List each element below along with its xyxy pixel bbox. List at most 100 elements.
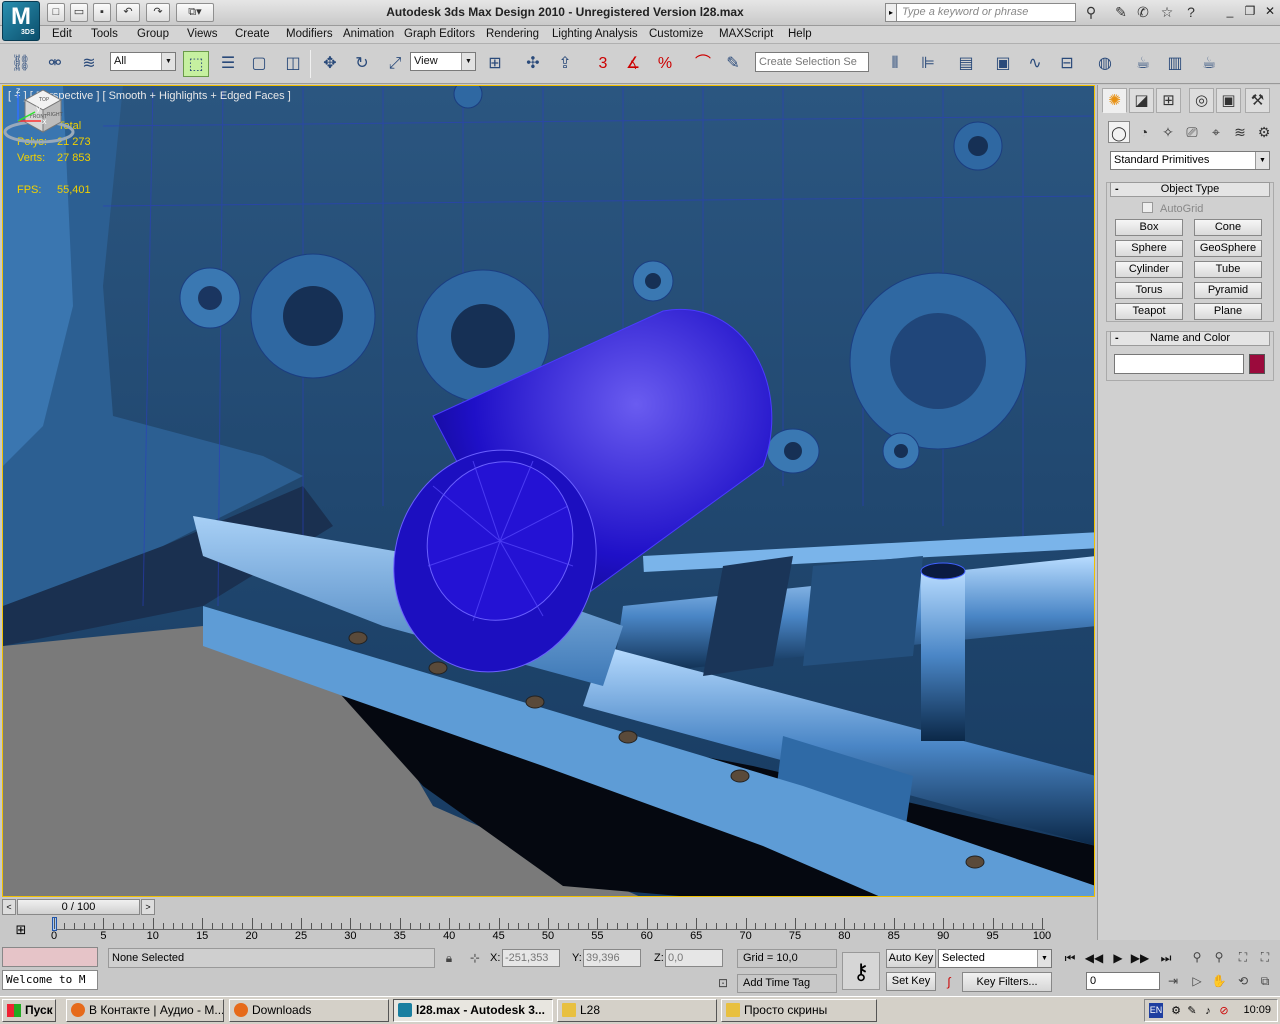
shapes-icon[interactable]: ◔ — [1133, 121, 1155, 143]
plane-button[interactable]: Plane — [1194, 303, 1262, 320]
maxscript-mini-listener-output[interactable] — [2, 947, 98, 967]
add-time-tag-button[interactable]: Add Time Tag — [737, 974, 837, 993]
schematic-view-icon[interactable]: ⊟ — [1054, 51, 1080, 77]
track-bar[interactable]: ⊞ 0 5 10 15 20 25 30 35 40 45 50 55 60 65 70 75 80 85 90 95… — [0, 916, 1097, 944]
subscription-icon[interactable]: ✎ — [1110, 3, 1132, 22]
menu-group[interactable]: Group — [137, 28, 169, 40]
language-indicator[interactable]: EN — [1149, 1003, 1163, 1018]
select-by-name-icon[interactable]: ☰ — [215, 51, 241, 77]
favorites-star-icon[interactable]: ☆ — [1156, 3, 1178, 22]
menu-help[interactable]: Help — [788, 28, 812, 40]
object-type-rollout-header[interactable]: - Object Type — [1110, 182, 1270, 197]
zoom-all-icon[interactable]: ⚲ — [1210, 948, 1228, 966]
taskbar-item-folder-screenshots[interactable]: Просто скрины — [721, 999, 877, 1022]
tube-button[interactable]: Tube — [1194, 261, 1262, 278]
start-button[interactable]: Пуск — [2, 999, 56, 1022]
name-color-rollout-header[interactable]: - Name and Color — [1110, 331, 1270, 346]
menu-create[interactable]: Create — [235, 28, 270, 40]
taskbar-item-downloads[interactable]: Downloads — [229, 999, 389, 1022]
menu-animation[interactable]: Animation — [343, 28, 394, 40]
modify-tab-icon[interactable]: ◪ — [1129, 88, 1154, 113]
go-to-start-icon[interactable]: ⏮ — [1060, 949, 1080, 967]
align-icon[interactable]: ⊫ — [915, 51, 941, 77]
box-button[interactable]: Box — [1115, 219, 1183, 236]
geometry-icon[interactable]: ◯ — [1108, 121, 1130, 143]
render-setup-icon[interactable]: ☕ — [1130, 51, 1156, 77]
select-manipulate-icon[interactable]: ✣ — [520, 51, 546, 77]
bind-space-warp-icon[interactable]: ≋ — [76, 51, 102, 77]
layer-manager-icon[interactable]: ▤ — [953, 51, 979, 77]
pyramid-button[interactable]: Pyramid — [1194, 282, 1262, 299]
menu-lighting-analysis[interactable]: Lighting Analysis — [552, 28, 638, 40]
zoom-extents-all-icon[interactable]: ⛶ — [1256, 948, 1274, 966]
help-icon[interactable]: ? — [1180, 3, 1202, 22]
y-coord-field[interactable]: 39,396 — [583, 949, 641, 967]
torus-button[interactable]: Torus — [1115, 282, 1183, 299]
rotate-icon[interactable]: ↻ — [349, 51, 375, 77]
binoculars-icon[interactable]: ⚲ — [1080, 3, 1102, 22]
cylinder-button[interactable]: Cylinder — [1115, 261, 1183, 278]
time-slider-next-icon[interactable]: > — [141, 899, 155, 915]
scale-icon[interactable]: ⤢ — [382, 51, 408, 77]
curve-editor-icon[interactable]: ∿ — [1022, 51, 1048, 77]
pivot-center-icon[interactable]: ⊞ — [482, 51, 508, 77]
create-tab-icon[interactable]: ✺ — [1102, 88, 1127, 113]
unlink-icon[interactable]: ⚮ — [42, 51, 68, 77]
menu-modifiers[interactable]: Modifiers — [286, 28, 333, 40]
network-icon[interactable]: ⚙ — [1169, 1004, 1183, 1018]
menu-customize[interactable]: Customize — [649, 28, 703, 40]
space-warps-icon[interactable]: ≋ — [1229, 121, 1251, 143]
keyboard-shortcut-override-icon[interactable]: ⇪ — [552, 51, 578, 77]
menu-tools[interactable]: Tools — [91, 28, 118, 40]
app-menu-button[interactable]: M 3DS — [2, 1, 40, 41]
object-name-input[interactable] — [1114, 354, 1244, 374]
x-coord-field[interactable]: -251,353 — [502, 949, 560, 967]
window-crossing-icon[interactable]: ◫ — [280, 51, 306, 77]
selection-set-dropdown[interactable]: Selected ▼ — [938, 949, 1052, 968]
sphere-button[interactable]: Sphere — [1115, 240, 1183, 257]
key-filters-button[interactable]: Key Filters... — [962, 972, 1052, 992]
rendered-frame-window-icon[interactable]: ▥ — [1162, 51, 1188, 77]
snaps-toggle-icon[interactable]: 3 — [590, 51, 616, 77]
cone-button[interactable]: Cone — [1194, 219, 1262, 236]
taskbar-item-folder-l28[interactable]: L28 — [557, 999, 717, 1022]
security-icon[interactable]: ✎ — [1185, 1004, 1199, 1018]
time-tag-icon[interactable]: ⊡ — [714, 974, 732, 992]
motion-tab-icon[interactable]: ◎ — [1189, 88, 1214, 113]
zoom-extents-icon[interactable]: ⛶ — [1234, 948, 1252, 966]
edit-named-selection-icon[interactable]: ✎ — [720, 51, 746, 77]
selection-lock-icon[interactable]: 🔒︎ — [440, 949, 458, 967]
hierarchy-tab-icon[interactable]: ⊞ — [1156, 88, 1181, 113]
play-icon[interactable]: ▶ — [1108, 949, 1128, 967]
named-selection-set-input[interactable]: Create Selection Se — [755, 52, 869, 72]
next-frame-icon[interactable]: ▶▶ — [1130, 949, 1150, 967]
mini-curve-editor-icon[interactable]: ⊞ — [10, 921, 32, 939]
menu-maxscript[interactable]: MAXScript — [719, 28, 773, 40]
menu-graph-editors[interactable]: Graph Editors — [404, 28, 475, 40]
time-slider-thumb[interactable]: 0 / 100 — [17, 899, 140, 915]
restore-icon[interactable]: ❐ — [1242, 4, 1258, 20]
mirror-icon[interactable]: ⫴ — [882, 51, 908, 77]
render-production-icon[interactable]: ☕ — [1196, 51, 1222, 77]
zoom-icon[interactable]: ⚲ — [1188, 948, 1206, 966]
set-keys-icon[interactable]: ⚷ — [842, 952, 880, 990]
infocenter-search-input[interactable]: Type a keyword or phrase — [896, 3, 1076, 22]
close-icon[interactable]: ✕ — [1262, 4, 1278, 20]
link-icon[interactable]: ⛓ — [8, 51, 34, 77]
lights-icon[interactable]: ✧ — [1157, 121, 1179, 143]
time-slider-prev-icon[interactable]: < — [2, 899, 16, 915]
perspective-viewport[interactable]: [ + ] [ Perspective ] [ Smooth + Highlig… — [2, 85, 1095, 897]
set-key-button[interactable]: Set Key — [886, 972, 936, 991]
rectangular-selection-icon[interactable]: ▢ — [246, 51, 272, 77]
autogrid-checkbox[interactable]: AutoGrid — [1142, 202, 1203, 215]
antivirus-icon[interactable]: ⊘ — [1217, 1004, 1231, 1018]
helpers-icon[interactable]: ⌖ — [1205, 121, 1227, 143]
display-tab-icon[interactable]: ▣ — [1216, 88, 1241, 113]
teapot-button[interactable]: Teapot — [1115, 303, 1183, 320]
select-object-icon[interactable]: ⬚ — [183, 51, 209, 77]
graphite-ribbon-icon[interactable]: ▣ — [990, 51, 1016, 77]
material-editor-icon[interactable]: ◍ — [1092, 51, 1118, 77]
taskbar-item-3dsmax[interactable]: l28.max - Autodesk 3... — [393, 999, 553, 1022]
cameras-icon[interactable]: ⎚ — [1181, 121, 1203, 143]
default-in-out-tangents-icon[interactable]: ∫ — [940, 973, 958, 991]
